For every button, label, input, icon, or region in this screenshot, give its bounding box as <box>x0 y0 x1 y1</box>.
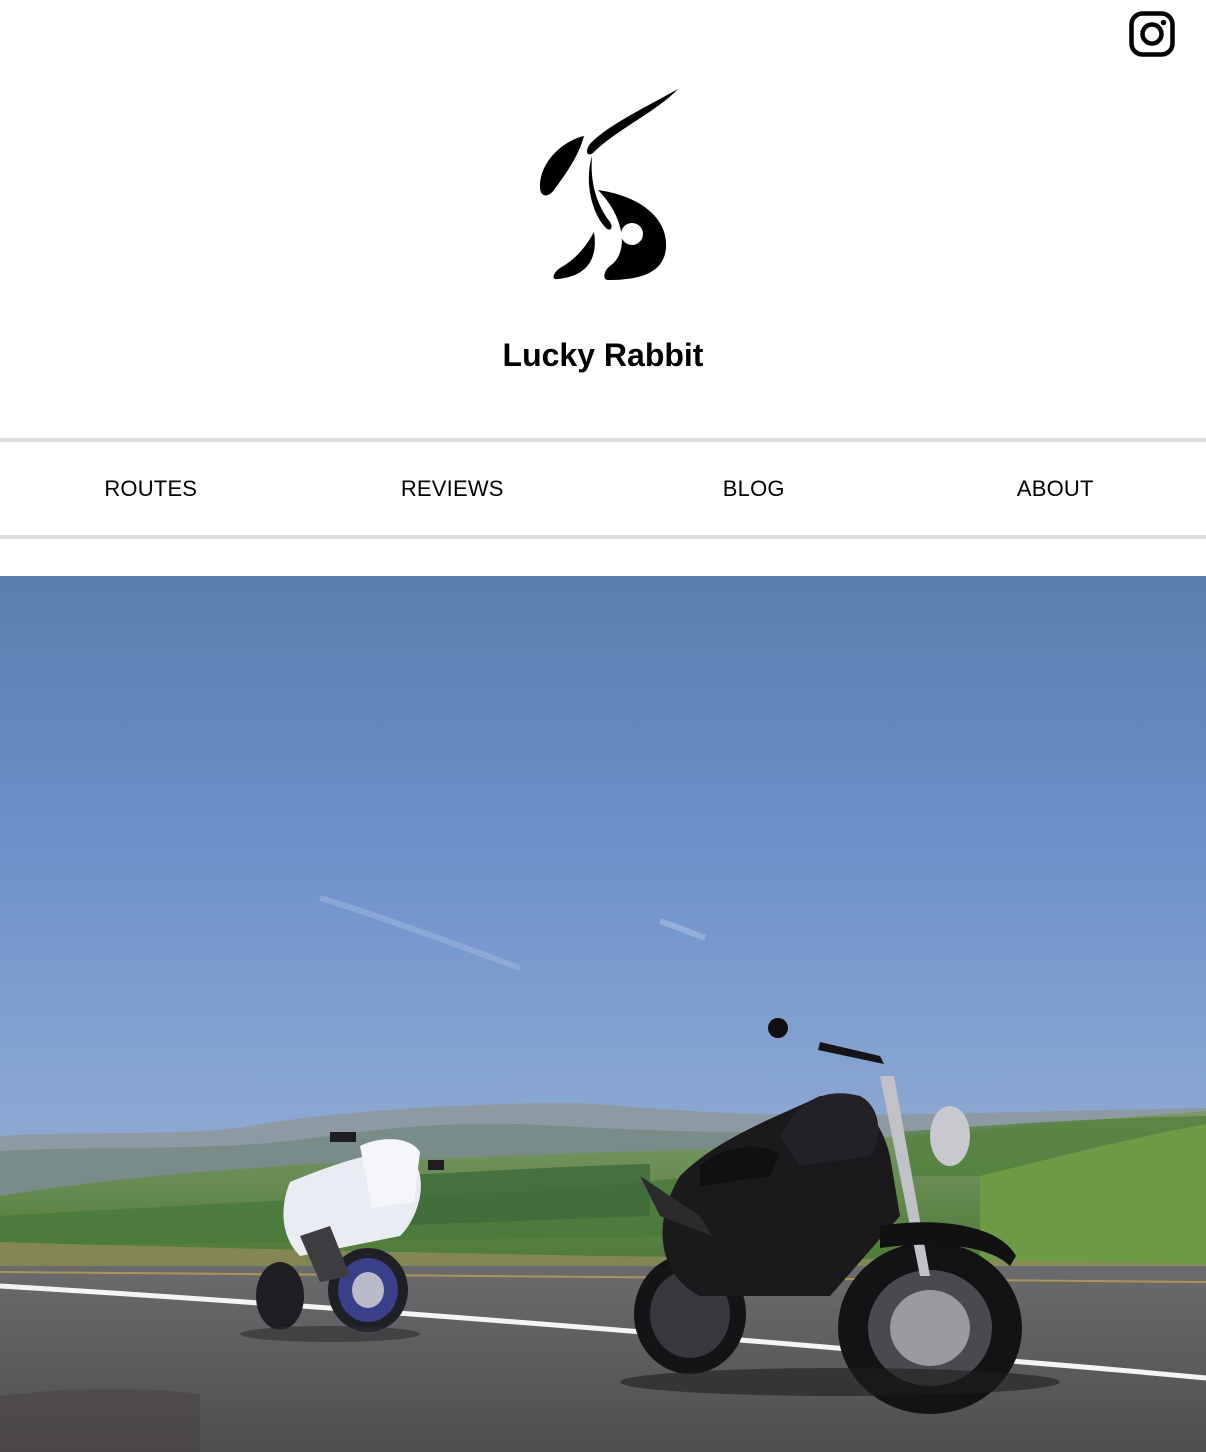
nav-item-routes[interactable]: ROUTES <box>0 476 302 502</box>
main-nav: ROUTES REVIEWS BLOG ABOUT <box>0 438 1206 539</box>
page: Lucky Rabbit ROUTES REVIEWS BLOG ABOUT <box>0 0 1206 1452</box>
nav-item-about[interactable]: ABOUT <box>905 476 1206 502</box>
instagram-link[interactable] <box>1129 11 1175 57</box>
nav-item-reviews[interactable]: REVIEWS <box>302 476 604 502</box>
hero-photo <box>0 576 1206 1452</box>
nav-item-blog[interactable]: BLOG <box>603 476 905 502</box>
rabbit-logo-icon <box>539 89 678 280</box>
instagram-icon <box>1129 11 1175 57</box>
site-title: Lucky Rabbit <box>502 337 704 373</box>
